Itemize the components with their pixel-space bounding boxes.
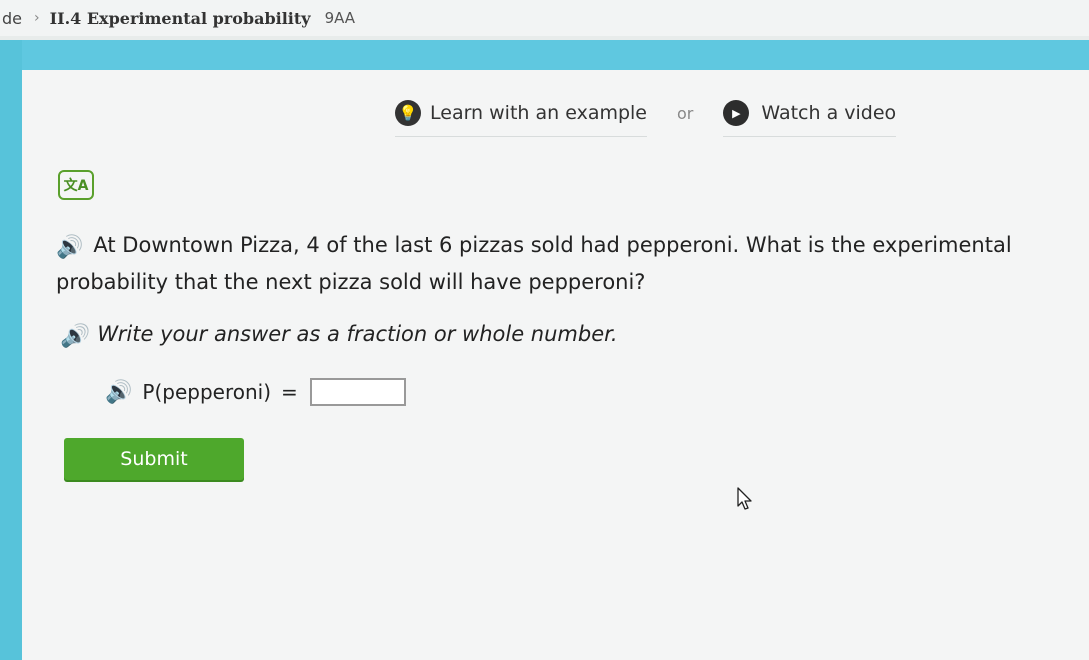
answer-input[interactable] bbox=[309, 378, 406, 406]
question-card bbox=[22, 70, 1089, 660]
answer-row: 🔊 P(pepperoni) = bbox=[105, 378, 406, 406]
mouse-cursor-icon bbox=[737, 487, 752, 510]
play-icon: ▶ bbox=[723, 100, 750, 126]
translate-icon[interactable]: 文A bbox=[58, 170, 94, 200]
breadcrumb-previous[interactable]: de bbox=[2, 9, 22, 28]
question-text-block: 🔊 At Downtown Pizza, 4 of the last 6 pizz… bbox=[56, 228, 1086, 299]
watch-video-link[interactable]: ▶ Watch a video bbox=[723, 100, 897, 137]
question-text: At Downtown Pizza, 4 of the last 6 pizza… bbox=[56, 233, 1012, 294]
skill-title: II.4 Experimental probability bbox=[49, 8, 311, 28]
or-separator: or bbox=[677, 104, 694, 123]
breadcrumb: de › II.4 Experimental probability 9AA bbox=[0, 0, 1089, 36]
skill-code: 9AA bbox=[324, 9, 356, 27]
learn-with-example-link[interactable]: 💡 Learn with an example bbox=[395, 100, 647, 137]
speaker-icon[interactable]: 🔊 bbox=[105, 380, 132, 405]
header-band bbox=[0, 40, 1089, 70]
lightbulb-icon: 💡 bbox=[395, 100, 421, 126]
left-accent-strip bbox=[0, 40, 22, 660]
video-label: Watch a video bbox=[761, 102, 897, 124]
speaker-icon[interactable]: 🔊 bbox=[60, 324, 87, 349]
equals-sign: = bbox=[281, 380, 298, 404]
page: de › II.4 Experimental probability 9AA 💡… bbox=[0, 0, 1089, 660]
submit-button[interactable]: Submit bbox=[64, 438, 244, 480]
help-options: 💡 Learn with an example or ▶ Watch a vid… bbox=[395, 100, 897, 137]
speaker-icon[interactable]: 🔊 bbox=[56, 231, 83, 265]
learn-label: Learn with an example bbox=[430, 102, 647, 124]
chevron-right-icon: › bbox=[34, 10, 40, 26]
answer-instruction: 🔊 Write your answer as a fraction or whol… bbox=[60, 322, 618, 349]
answer-label: P(pepperoni) bbox=[142, 380, 272, 404]
instruction-text: Write your answer as a fraction or whole… bbox=[97, 322, 618, 346]
